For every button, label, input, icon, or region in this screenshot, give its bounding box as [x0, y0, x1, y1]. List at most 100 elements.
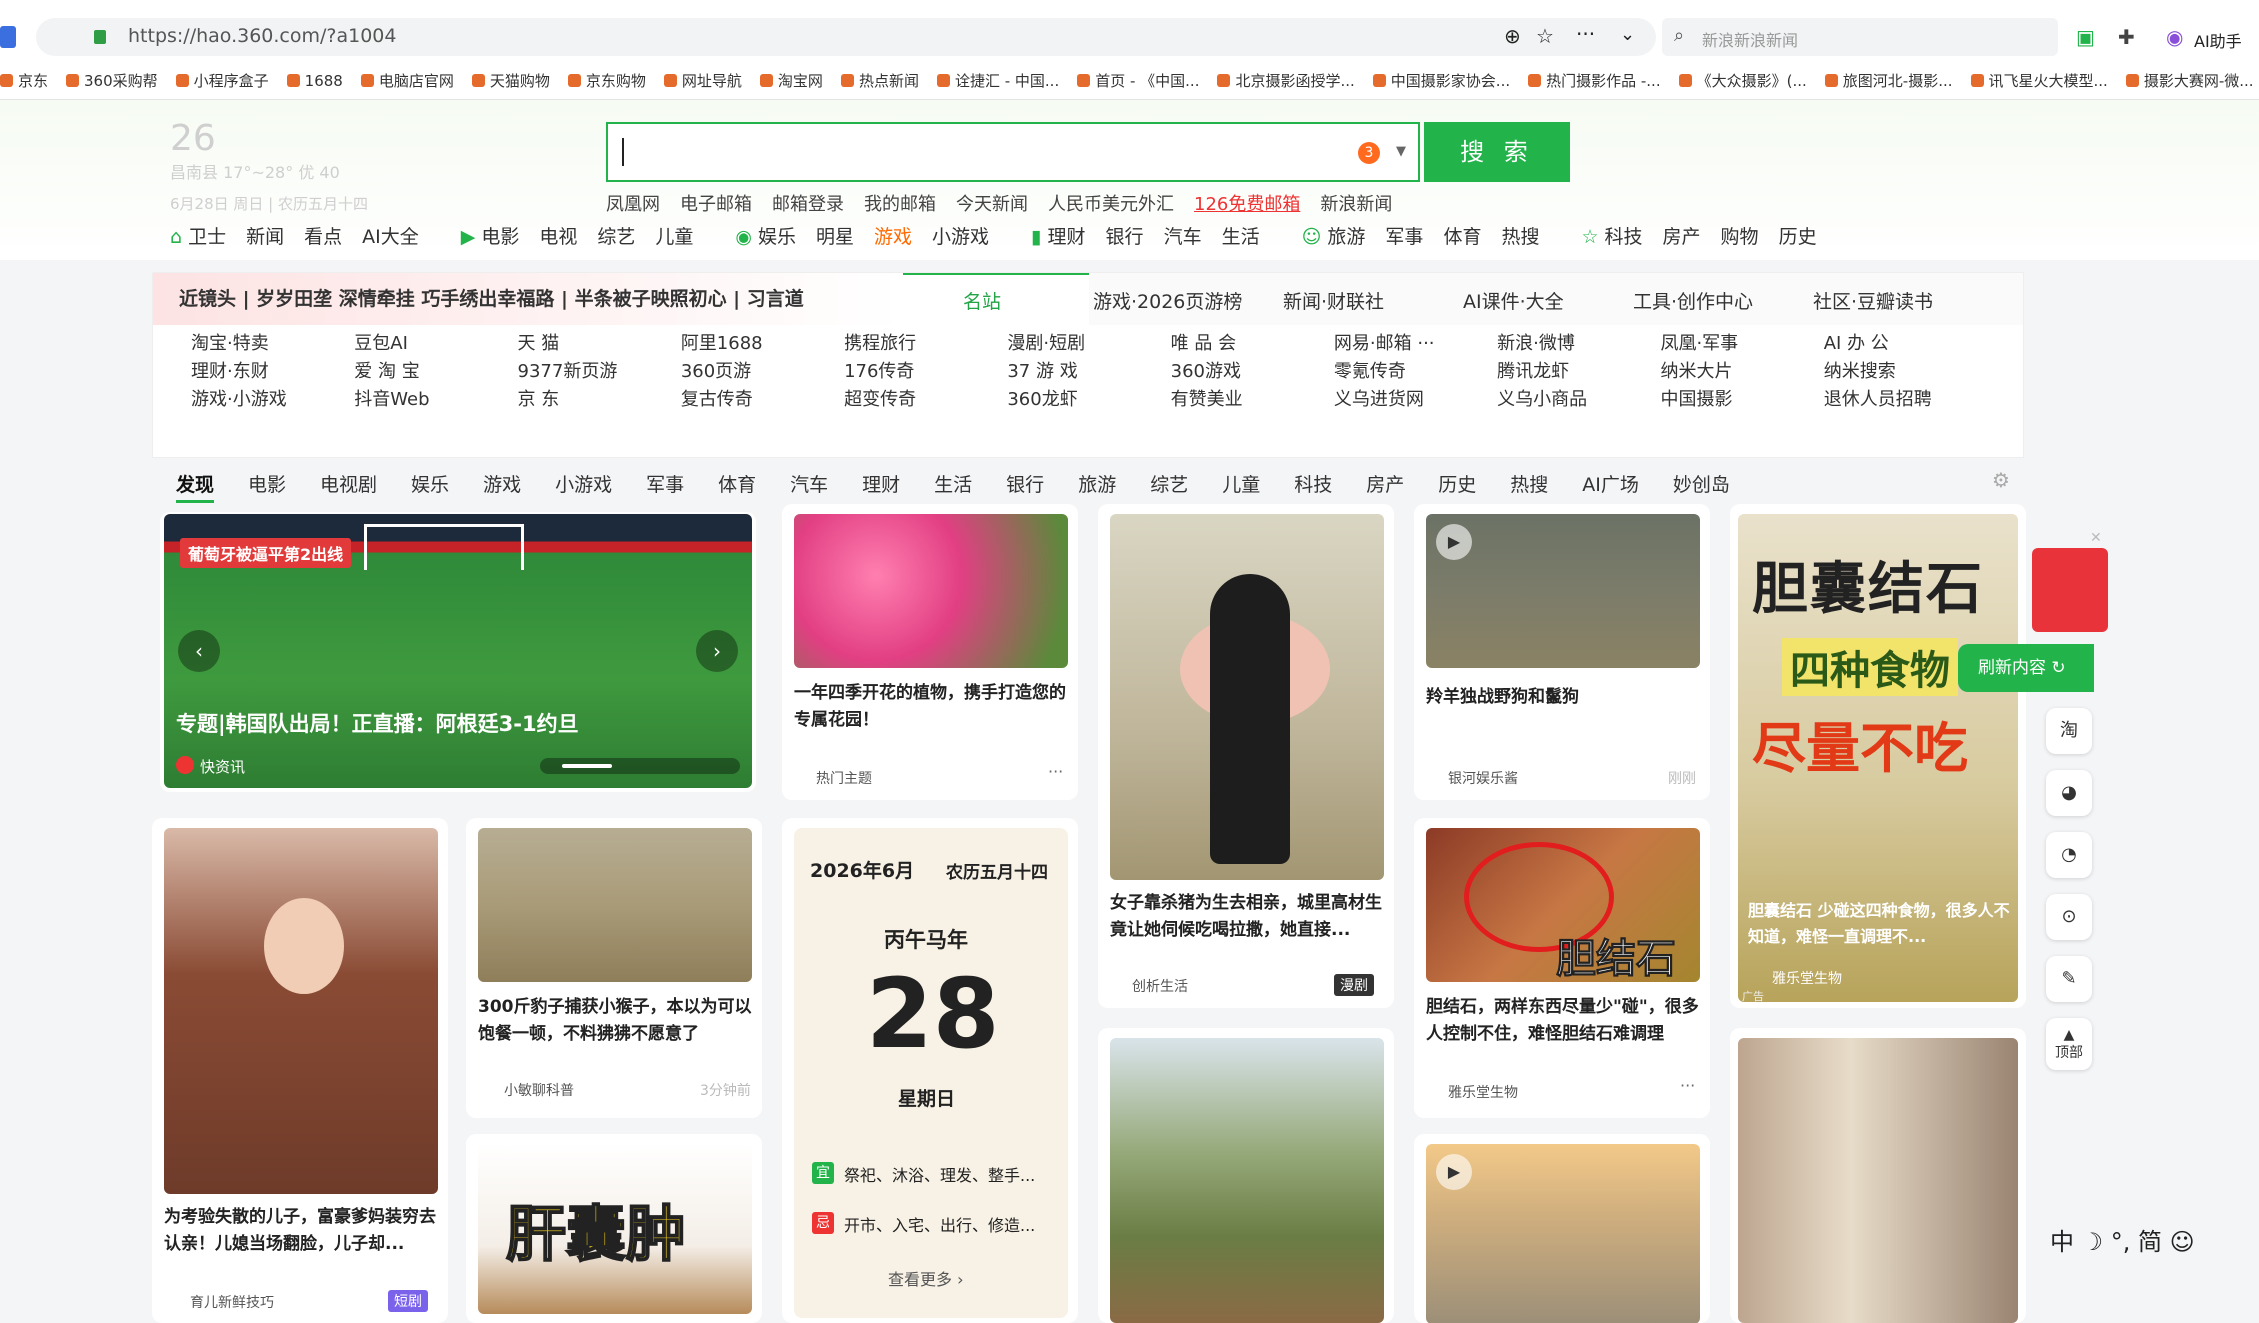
nav-link[interactable]: 理财: [1048, 226, 1086, 248]
site-tab[interactable]: 工具·创作中心: [1633, 287, 1753, 314]
category-tab[interactable]: 发现: [176, 474, 215, 503]
card-title[interactable]: 一年四季开花的植物，携手打造您的专属花园！: [794, 680, 1068, 734]
nav-link[interactable]: 旅游: [1327, 226, 1365, 248]
dropdown-icon[interactable]: ▼: [1396, 144, 1406, 159]
site-link[interactable]: 唯 品 会: [1171, 329, 1236, 355]
category-tab[interactable]: 妙创岛: [1673, 474, 1730, 496]
site-link[interactable]: 中国摄影: [1660, 385, 1732, 411]
site-link[interactable]: 豆包AI: [354, 329, 408, 355]
site-link[interactable]: 天 猫: [518, 329, 560, 355]
nav-link[interactable]: 银行: [1106, 226, 1144, 248]
bookmark-item[interactable]: 天猫购物: [472, 64, 550, 98]
site-link[interactable]: 凤凰·军事: [1660, 329, 1738, 355]
category-tab[interactable]: 小游戏: [555, 474, 612, 496]
refresh-button[interactable]: 刷新内容 ↻: [1958, 644, 2094, 692]
site-tab[interactable]: 新闻·财联社: [1283, 287, 1384, 314]
bookmark-item[interactable]: 热点新闻: [841, 64, 919, 98]
nav-link[interactable]: 娱乐: [758, 226, 796, 248]
site-link[interactable]: 新浪·微博: [1497, 329, 1575, 355]
float-tool-button[interactable]: 淘: [2046, 708, 2092, 754]
nav-link[interactable]: 游戏: [874, 226, 912, 248]
card-title[interactable]: 羚羊独战野狗和鬣狗: [1426, 684, 1700, 711]
category-tab[interactable]: 生活: [934, 474, 972, 496]
nav-link[interactable]: 科技: [1605, 226, 1643, 248]
site-link[interactable]: 腾讯龙虾: [1497, 357, 1569, 383]
site-link[interactable]: 义乌小商品: [1497, 385, 1587, 411]
category-tab[interactable]: 游戏: [483, 474, 521, 496]
back-to-top-button[interactable]: ▲ 顶部: [2046, 1018, 2092, 1070]
bookmark-item[interactable]: 淘宝网: [760, 64, 823, 98]
site-link[interactable]: 携程旅行: [844, 329, 916, 355]
site-link[interactable]: 义乌进货网: [1334, 385, 1424, 411]
nav-link[interactable]: 看点: [304, 226, 342, 248]
play-icon[interactable]: ▶: [1436, 524, 1472, 560]
site-link[interactable]: 京 东: [518, 385, 560, 411]
category-tab[interactable]: 银行: [1006, 474, 1044, 496]
float-tool-button[interactable]: ◔: [2046, 832, 2092, 878]
more-icon[interactable]: ···: [1576, 22, 1595, 46]
category-tab[interactable]: 汽车: [790, 474, 828, 496]
category-tab[interactable]: 军事: [646, 474, 684, 496]
slider-dots[interactable]: [540, 758, 740, 774]
site-tab[interactable]: AI课件·大全: [1463, 287, 1564, 314]
card-title[interactable]: 女子靠杀猪为生去相亲，城里高材生竟让她伺候吃喝拉撒，她直接...: [1110, 890, 1384, 944]
bookmark-item[interactable]: 讯飞星火大模型...: [1971, 64, 2108, 98]
feed-card[interactable]: 胆结石 胆结石，两样东西尽量少"碰"，很多人控制不住，难怪胆结石难调理 雅乐堂生…: [1414, 818, 1710, 1118]
feed-card[interactable]: 为考验失散的儿子，富豪爹妈装穷去认亲！儿媳当场翻脸，儿子却... 育儿新鲜技巧 …: [152, 818, 448, 1323]
cal-more-link[interactable]: 查看更多 ›: [888, 1266, 964, 1290]
site-tab[interactable]: 社区·豆瓣读书: [1813, 287, 1933, 314]
site-tab[interactable]: 游戏·2026页游榜: [1093, 287, 1242, 314]
site-link[interactable]: 纳米搜索: [1824, 357, 1896, 383]
nav-link[interactable]: 购物: [1721, 226, 1759, 248]
category-tab[interactable]: 理财: [862, 474, 900, 496]
search-input[interactable]: 3 ▼: [606, 122, 1420, 182]
category-tab[interactable]: 历史: [1438, 474, 1476, 496]
nav-link[interactable]: 军事: [1385, 226, 1423, 248]
slider-card[interactable]: 葡萄牙被逼平第2出线 ‹ › 专题|韩国队出局！正直播：阿根廷3-1约旦 快资讯: [160, 512, 756, 792]
site-link[interactable]: 阿里1688: [681, 329, 763, 355]
site-link[interactable]: 纳米大片: [1660, 357, 1732, 383]
download-icon[interactable]: ⊕: [1504, 24, 1521, 48]
category-tab[interactable]: 电影: [248, 474, 286, 496]
bookmark-item[interactable]: 首页 - 《中国...: [1077, 64, 1199, 98]
category-tab[interactable]: 娱乐: [411, 474, 449, 496]
play-icon[interactable]: ▶: [1436, 1154, 1472, 1190]
float-tool-button[interactable]: ⊙: [2046, 894, 2092, 940]
site-link[interactable]: 360页游: [681, 357, 751, 383]
feed-card[interactable]: 一年四季开花的植物，携手打造您的专属花园！ 热门主题 ···: [782, 504, 1078, 800]
site-link[interactable]: 抖音Web: [354, 385, 429, 411]
nav-link[interactable]: 电影: [481, 226, 519, 248]
settings-icon[interactable]: ⚙: [1992, 468, 2010, 492]
extension-icon[interactable]: ✚: [2118, 25, 2135, 49]
category-tab[interactable]: 电视剧: [320, 474, 377, 496]
hot-link[interactable]: 电子邮箱: [680, 194, 752, 215]
category-tab[interactable]: AI广场: [1582, 474, 1639, 496]
bookmark-item[interactable]: 小程序盒子: [176, 64, 269, 98]
nav-link[interactable]: 生活: [1222, 226, 1260, 248]
bookmark-item[interactable]: 北京摄影函授学...: [1217, 64, 1354, 98]
bookmark-item[interactable]: 摄影大赛网-微...: [2126, 64, 2254, 98]
ai-tab-icon[interactable]: [0, 26, 16, 48]
site-link[interactable]: 360龙虾: [1007, 385, 1077, 411]
star-icon[interactable]: ☆: [1536, 24, 1554, 48]
ad-title[interactable]: 胆囊结石 少碰这四种食物，很多人不知道，难怪一直调理不...: [1748, 898, 2010, 950]
feed-card[interactable]: 肝囊肿: [466, 1134, 762, 1323]
card-title[interactable]: 300斤豹子捕获小猴子，本以为可以饱餐一顿，不料狒狒不愿意了: [478, 994, 752, 1048]
site-link[interactable]: 176传奇: [844, 357, 914, 383]
site-link[interactable]: 有赞美业: [1171, 385, 1243, 411]
red-packet-ad[interactable]: [2032, 548, 2108, 632]
hot-link[interactable]: 126免费邮箱: [1194, 194, 1300, 215]
nav-link[interactable]: 综艺: [597, 226, 635, 248]
address-bar[interactable]: https://hao.360.com/?a1004 ⊕ ☆ ··· ⌄: [36, 18, 1656, 56]
site-link[interactable]: 复古传奇: [681, 385, 753, 411]
hot-link[interactable]: 今天新闻: [956, 194, 1028, 215]
site-link[interactable]: 爱 淘 宝: [354, 357, 419, 383]
bookmark-item[interactable]: 中国摄影家协会...: [1373, 64, 1510, 98]
wechat-icon[interactable]: ▣: [2076, 25, 2095, 49]
side-search-box[interactable]: ⌕ 新浪新浪新闻: [1662, 18, 2058, 56]
bookmark-item[interactable]: 1688: [287, 64, 343, 98]
site-link[interactable]: 网易·邮箱 ···: [1334, 329, 1435, 355]
bookmark-item[interactable]: 网址导航: [664, 64, 742, 98]
float-tool-button[interactable]: ◕: [2046, 770, 2092, 816]
nav-link[interactable]: 卫士: [188, 226, 226, 248]
